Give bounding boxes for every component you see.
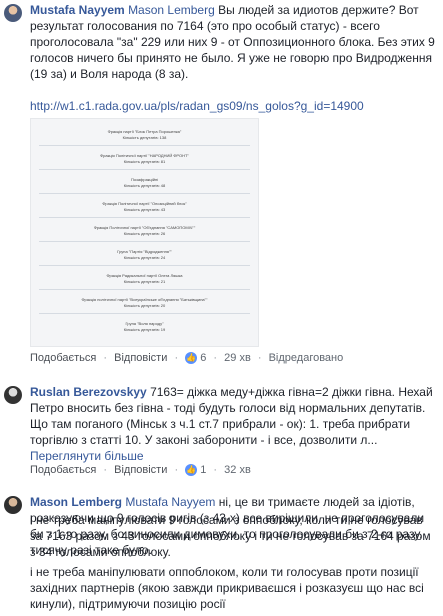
reply-button[interactable]: Відповісти [114, 352, 167, 364]
comment-author[interactable]: Mason Lemberg [30, 495, 122, 509]
comment-time[interactable]: 32 хв [224, 464, 251, 476]
like-reaction-icon[interactable]: 👍 [185, 464, 198, 477]
comment-time[interactable]: 29 хв [224, 352, 251, 364]
avatar[interactable] [4, 386, 22, 404]
comment-link[interactable]: http://w1.c1.rada.gov.ua/pls/radan_gs09/… [30, 99, 364, 113]
comment-mention[interactable]: Mason Lemberg [128, 3, 215, 17]
comment-paragraph: і не треба маніпулювати оппоблоком, коли… [30, 565, 424, 611]
comment-paragraph: і не треба маніпулювати 9 голосами з опп… [30, 513, 431, 559]
see-more-link[interactable]: Переглянути більше [30, 449, 144, 463]
comment-actions: Подобається · Відповісти · 👍 1 · 32 хв [30, 464, 251, 477]
avatar[interactable] [4, 4, 22, 22]
like-reaction-icon[interactable]: 👍 [185, 352, 198, 365]
reaction-count[interactable]: 1 [200, 464, 206, 476]
comment-body: Ruslan Berezovskyy 7163= діжка меду+діжк… [30, 384, 435, 464]
edited-label[interactable]: Відредаговано [269, 352, 344, 364]
avatar[interactable] [4, 496, 22, 514]
comment-body: Mustafa Nayyem Mason Lemberg Вы людей за… [30, 2, 435, 82]
reaction-count[interactable]: 6 [200, 352, 206, 364]
comment-link-line: http://w1.c1.rada.gov.ua/pls/radan_gs09/… [30, 98, 435, 114]
reply-button[interactable]: Відповісти [114, 464, 167, 476]
comment-mention[interactable]: Mustafa Nayyem [125, 495, 215, 509]
like-button[interactable]: Подобається [30, 464, 96, 476]
comment-author[interactable]: Ruslan Berezovskyy [30, 385, 147, 399]
like-button[interactable]: Подобається [30, 352, 96, 364]
comment-actions: Подобається · Відповісти · 👍 6 · 29 хв ·… [30, 352, 344, 365]
comment-author[interactable]: Mustafa Nayyem [30, 3, 125, 17]
embedded-voting-image[interactable]: Фракція партії "Блок Петра Порошенка" Кі… [30, 118, 259, 347]
